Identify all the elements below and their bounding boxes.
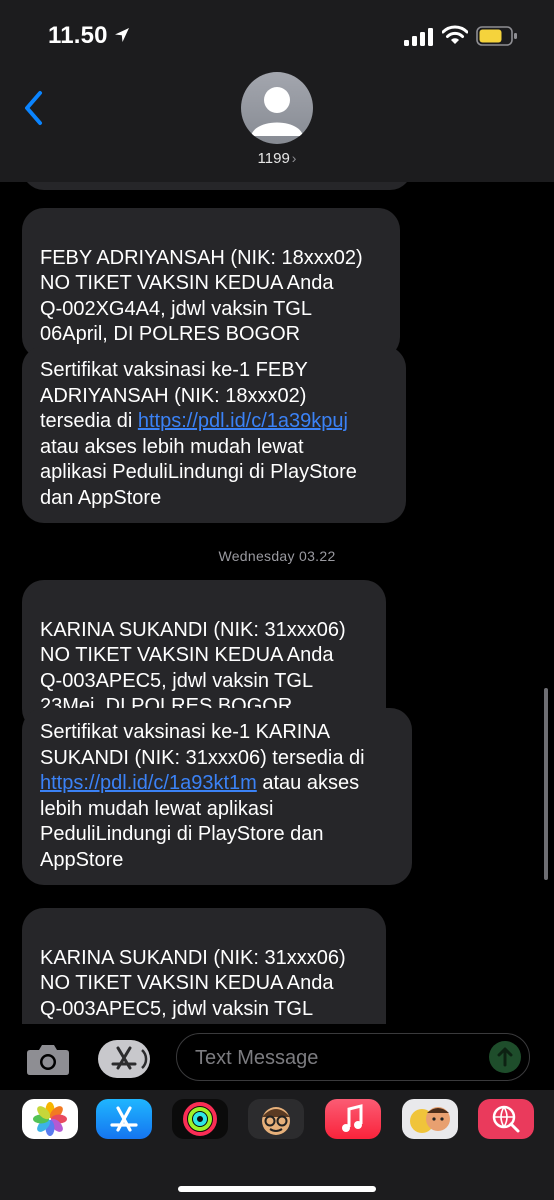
activity-rings-icon <box>183 1102 217 1136</box>
contact-name[interactable]: 1199 › <box>0 150 554 167</box>
camera-icon[interactable] <box>26 1042 70 1076</box>
memoji-app-icon[interactable] <box>248 1099 304 1139</box>
compose-bar <box>0 1024 554 1090</box>
music-note-icon <box>342 1104 363 1132</box>
message-bubble[interactable]: FEBY ADRIYANSAH (NIK: 18xxx02) NO TIKET … <box>22 208 400 359</box>
message-text: KARINA SUKANDI (NIK: 31xxx06) NO TIKET V… <box>40 618 346 718</box>
conversation-header: 11.50 1199 › <box>0 0 554 182</box>
message-list[interactable]: FEBY ADRIYANSAH (NIK: 18xxx02) NO TIKET … <box>0 182 554 1024</box>
music-app-icon[interactable] <box>325 1099 381 1139</box>
message-bubble[interactable]: Sertifikat vaksinasi ke-1 FEBY ADRIYANSA… <box>22 346 406 523</box>
message-text: atau akses lebih mudah lewat aplikasi Pe… <box>40 435 357 509</box>
send-button[interactable] <box>489 1041 521 1073</box>
home-indicator[interactable] <box>178 1186 376 1192</box>
message-text: Sertifikat vaksinasi ke-1 KARINA SUKANDI… <box>40 721 365 769</box>
wifi-icon <box>442 25 468 44</box>
text-message-input[interactable] <box>193 1042 477 1074</box>
message-link[interactable]: https://pdl.id/c/1a93kt1m <box>40 772 257 794</box>
message-bubble[interactable]: Sertifikat vaksinasi ke-1 KARINA SUKANDI… <box>22 708 412 885</box>
contact-number: 1199 <box>257 150 290 167</box>
search-web-app-icon[interactable] <box>478 1099 534 1139</box>
status-bar: 11.50 <box>0 0 554 72</box>
chevron-right-icon: › <box>291 150 297 166</box>
globe-search-icon <box>492 1105 520 1133</box>
photos-flower-icon <box>33 1102 67 1136</box>
battery-icon <box>476 26 517 46</box>
status-time: 11.50 <box>48 22 108 49</box>
back-chevron-icon[interactable] <box>22 90 46 126</box>
memoji-face-icon <box>262 1107 290 1135</box>
previous-message-bubble <box>22 182 412 190</box>
memoji-stickers-app-icon[interactable] <box>402 1099 458 1139</box>
date-separator: Wednesday 03.22 <box>218 548 336 564</box>
message-link[interactable]: https://pdl.id/c/1a39kpuj <box>138 410 348 432</box>
scroll-indicator[interactable] <box>544 688 548 880</box>
memoji-stickers-icon <box>410 1107 450 1133</box>
message-text: KARINA SUKANDI (NIK: 31xxx06) NO TIKET V… <box>40 946 346 1024</box>
app-store-app-icon[interactable] <box>96 1099 152 1139</box>
cellular-signal-icon <box>404 28 433 46</box>
app-store-a-icon <box>110 1106 138 1132</box>
location-arrow-icon <box>115 28 129 42</box>
app-store-icon <box>111 1046 148 1070</box>
message-field[interactable] <box>176 1033 530 1081</box>
photos-app-icon[interactable] <box>22 1099 78 1139</box>
app-drawer <box>0 1090 554 1200</box>
contact-avatar[interactable] <box>241 72 313 144</box>
app-store-apps-button[interactable] <box>98 1040 150 1078</box>
person-silhouette-icon <box>251 87 303 136</box>
message-bubble[interactable]: KARINA SUKANDI (NIK: 31xxx06) NO TIKET V… <box>22 908 386 1024</box>
activity-app-icon[interactable] <box>172 1099 228 1139</box>
message-text: FEBY ADRIYANSAH (NIK: 18xxx02) NO TIKET … <box>40 246 363 346</box>
arrow-up-icon <box>497 1047 513 1067</box>
